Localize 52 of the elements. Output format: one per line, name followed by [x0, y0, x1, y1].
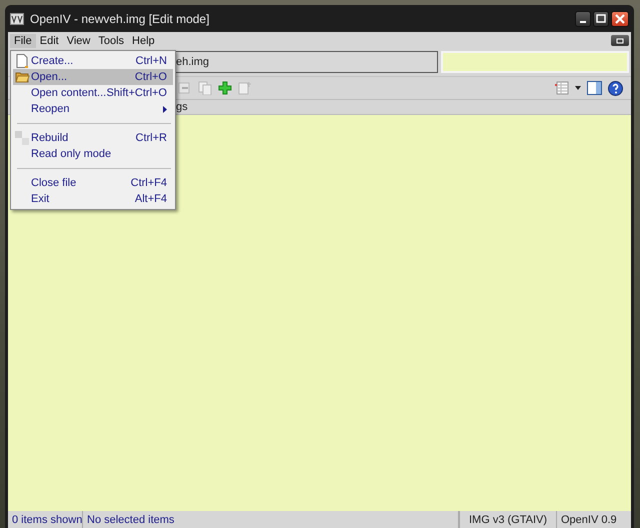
menu-entry-label: Exit: [31, 193, 50, 205]
status-text: No selected items: [83, 511, 459, 528]
menu-item[interactable]: Edit: [36, 34, 63, 48]
restore-icon: [616, 38, 624, 44]
menu-item[interactable]: Help: [128, 34, 159, 48]
menu-entry[interactable]: Close file Ctrl+F4: [13, 175, 173, 191]
shortcut-label: Ctrl+O: [134, 71, 167, 83]
menu-entry-label: Rebuild: [31, 132, 70, 144]
document-icon: [16, 54, 28, 68]
menu-entry-label: Read only mode: [31, 148, 112, 160]
menu-item[interactable]: File: [10, 34, 36, 48]
menu-entry-label: Open...: [31, 71, 68, 83]
close-icon: [615, 14, 625, 24]
menu-entry[interactable]: Exit Alt+F4: [13, 191, 173, 207]
plus-icon[interactable]: [218, 81, 232, 95]
status-text: 0 items shown: [8, 511, 83, 528]
menu-entry[interactable]: Create... Ctrl+N: [13, 53, 173, 69]
menu-entry[interactable]: Open content...Shift+Ctrl+O: [13, 85, 173, 101]
menu-entry-label: Create...: [31, 55, 74, 67]
menu-entry-label: Close file: [31, 177, 78, 189]
blocks-icon: [15, 131, 29, 145]
menu-entry[interactable]: Rebuild Ctrl+R: [13, 130, 173, 146]
menu-entry[interactable]: Reopen: [13, 101, 173, 117]
close-button[interactable]: [611, 10, 629, 26]
status-text: OpenIV 0.9: [560, 512, 618, 528]
maximize-button[interactable]: [593, 10, 609, 26]
caret-icon[interactable]: [575, 86, 581, 90]
shortcut-label: Ctrl+F4: [130, 177, 167, 189]
shortcut-label: Alt+F4: [134, 193, 167, 205]
help-icon[interactable]: [608, 80, 623, 96]
window-title: OpenIV - newveh.img [Edit mode]: [30, 12, 210, 26]
menu-entry[interactable]: Read only mode: [13, 146, 173, 162]
column-header[interactable]: gs: [176, 101, 188, 113]
menu-item[interactable]: Tools: [94, 34, 128, 48]
folder-icon: [14, 71, 30, 83]
panel-icon[interactable]: [587, 81, 602, 95]
shortcut-label: Shift+Ctrl+O: [106, 87, 167, 99]
menu-entry-label: Open content...: [31, 87, 106, 99]
maximize-icon: [596, 14, 606, 23]
minimize-icon: [580, 20, 586, 22]
menu-item[interactable]: View: [62, 34, 94, 48]
list-view-icon[interactable]: [555, 81, 569, 95]
app-icon: [10, 12, 24, 24]
shortcut-label: Ctrl+R: [136, 132, 167, 144]
minimize-button[interactable]: [575, 10, 591, 26]
submenu-arrow-icon: [163, 106, 167, 112]
shortcut-label: Ctrl+N: [136, 55, 167, 67]
menu-entry-label: Reopen: [31, 103, 71, 115]
restore-button[interactable]: [611, 35, 629, 46]
status-text: IMG v3 (GTAIV): [459, 511, 557, 528]
search-field[interactable]: [441, 51, 629, 73]
menu-entry[interactable]: Open... Ctrl+O: [13, 69, 173, 85]
